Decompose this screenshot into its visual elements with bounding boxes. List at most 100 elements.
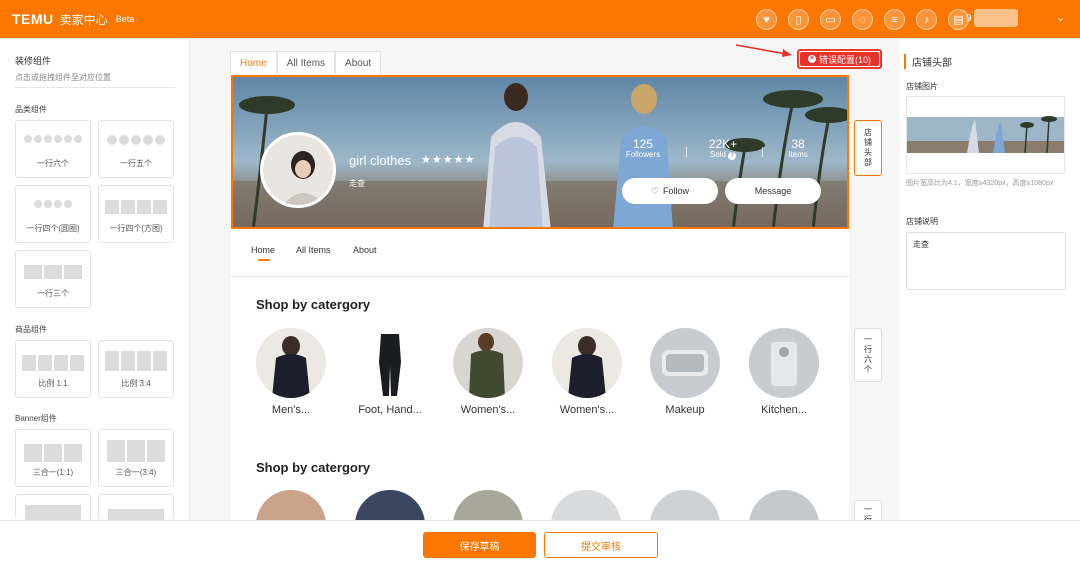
category-name: Women's... — [559, 404, 615, 416]
stat-value: 38 — [791, 137, 805, 151]
beta-badge: Beta — [115, 14, 135, 24]
store-image-label: 店铺图片 — [906, 82, 938, 91]
component-card-banner-1-1[interactable]: 三合一(1:1) — [15, 429, 91, 487]
category-item[interactable]: Kitchen... — [748, 328, 820, 416]
error-config-button[interactable]: × 错误配置(10) — [797, 49, 882, 69]
thumb — [22, 200, 84, 208]
header-icons: ♥ ▯ ▭ ◌ ≡ ♪ ▤ — [756, 9, 969, 30]
section-label-category: 品类组件 — [15, 105, 47, 114]
thumb — [22, 265, 84, 279]
category-image[interactable] — [256, 490, 326, 520]
store-tab-all-items[interactable]: All Items — [296, 245, 331, 255]
category-image[interactable] — [551, 490, 621, 520]
submit-review-button[interactable]: 提交审核 — [544, 532, 658, 558]
store-header-banner[interactable]: girl clothes ★★★★★ 走查 125 Followers 22K+… — [231, 75, 849, 229]
stat-followers: 125 Followers — [623, 137, 663, 159]
category-image[interactable] — [355, 490, 425, 520]
thumb — [22, 444, 84, 462]
store-image-preview — [907, 97, 1064, 173]
component-panel: 装修组件 点击或拖拽组件至对应位置 品类组件 一行六个 一行五个 一行四个(圆圈… — [0, 38, 190, 521]
chat-icon[interactable]: ◌ — [852, 9, 873, 30]
category-item[interactable]: Foot, Hand... — [354, 328, 426, 416]
properties-title: 店铺头部 — [904, 54, 952, 69]
side-tab-row-six[interactable]: 一行六个 — [854, 328, 882, 382]
stat-label: Followers — [625, 150, 661, 159]
user-initial: 9 — [966, 12, 972, 24]
category-name: Makeup — [665, 404, 705, 416]
component-card-row-four-square[interactable]: 一行四个(方图) — [98, 185, 174, 243]
clipboard-icon[interactable]: ≡ — [884, 9, 905, 30]
book-icon[interactable]: ▭ — [820, 9, 841, 30]
component-card-banner-3-4[interactable]: 三合一(3:4) — [98, 429, 174, 487]
category-image[interactable] — [650, 490, 720, 520]
category-image[interactable] — [749, 490, 819, 520]
active-tab-indicator — [258, 259, 270, 261]
close-circle-icon: × — [807, 55, 816, 63]
message-button[interactable]: Message — [725, 178, 821, 204]
store-image-upload[interactable] — [906, 96, 1065, 174]
card-label: 一行六个 — [37, 159, 69, 168]
message-label: Message — [754, 186, 792, 196]
side-tab-label: 一行六个 — [863, 335, 873, 375]
component-card-partial[interactable] — [15, 494, 91, 521]
store-desc-textarea[interactable]: 走查 — [906, 232, 1066, 290]
follow-label: Follow — [663, 186, 690, 196]
component-card-ratio-1-1[interactable]: 比例 1:1 — [15, 340, 91, 398]
stat-label: Items — [788, 150, 808, 159]
panel-subtitle: 点击或拖拽组件至对应位置 — [15, 73, 111, 82]
component-card-row-five[interactable]: 一行五个 — [98, 120, 174, 178]
thumb — [22, 505, 84, 521]
component-card-row-six[interactable]: 一行六个 — [15, 120, 91, 178]
brand[interactable]: TEMU 卖家中心 Beta — [12, 11, 134, 28]
image-requirement-hint: 图片宽高比为4:1，宽度≥4320px，高度≥1080px — [906, 180, 1054, 187]
chevron-down-icon[interactable]: ⌄ — [1056, 11, 1065, 24]
component-card-ratio-3-4[interactable]: 比例 3:4 — [98, 340, 174, 398]
category-item[interactable]: Women's... — [452, 328, 524, 416]
card-label: 三合一(1:1) — [32, 468, 74, 477]
panel-title: 装修组件 — [15, 56, 52, 66]
divider — [762, 147, 763, 157]
category-item[interactable]: Makeup — [649, 328, 721, 416]
store-tab-about[interactable]: About — [353, 245, 377, 255]
card-label: 比例 1:1 — [38, 379, 68, 388]
category-name: Foot, Hand... — [358, 404, 422, 416]
user-menu[interactable]: 9 — [966, 9, 1018, 27]
category-image — [749, 328, 819, 398]
component-card-row-four-circle[interactable]: 一行四个(圆圈) — [15, 185, 91, 243]
stat-items: 38 Items — [783, 137, 813, 159]
thumb — [105, 440, 167, 462]
category-item[interactable]: Women's... — [551, 328, 623, 416]
bell-icon[interactable]: ♪ — [916, 9, 937, 30]
thumb — [105, 135, 167, 145]
category-name: Women's... — [460, 404, 516, 416]
card-label: 一行四个(方图) — [109, 224, 163, 233]
category-image[interactable] — [453, 490, 523, 520]
heart-outline-icon: ♡ — [650, 185, 660, 196]
page-tabs: Home All Items About — [230, 51, 382, 74]
follow-button[interactable]: ♡ Follow — [622, 178, 718, 204]
tab-all-items[interactable]: All Items — [276, 51, 336, 74]
category-image — [650, 328, 720, 398]
temu-logo: TEMU — [12, 11, 54, 27]
store-desc-label: 店铺说明 — [906, 217, 938, 226]
card-label: 三合一(3:4) — [115, 468, 157, 477]
bottom-action-bar: 保存草稿 提交审核 — [0, 520, 1080, 568]
tablet-icon[interactable]: ▯ — [788, 9, 809, 30]
component-card-partial[interactable] — [98, 494, 174, 521]
stat-value: 125 — [632, 137, 654, 151]
side-tab-row[interactable]: 一行 — [854, 500, 882, 520]
heart-hands-icon[interactable]: ♥ — [756, 9, 777, 30]
side-tab-store-header[interactable]: 店铺头部 — [854, 120, 882, 176]
tab-home[interactable]: Home — [230, 51, 277, 74]
shop-subtitle: 走查 — [349, 179, 365, 188]
card-label: 一行四个(圆圈) — [26, 224, 80, 233]
save-draft-button[interactable]: 保存草稿 — [423, 532, 536, 558]
category-item[interactable]: Men's... — [255, 328, 327, 416]
preview-canvas: Home All Items About × 错误配置(10) girl clo… — [190, 38, 900, 520]
store-tab-home[interactable]: Home — [251, 245, 275, 255]
tab-about[interactable]: About — [335, 51, 382, 74]
category-image — [453, 328, 523, 398]
card-label: 一行三个 — [37, 289, 69, 298]
component-card-row-three[interactable]: 一行三个 — [15, 250, 91, 308]
info-icon[interactable]: ? — [728, 152, 737, 160]
